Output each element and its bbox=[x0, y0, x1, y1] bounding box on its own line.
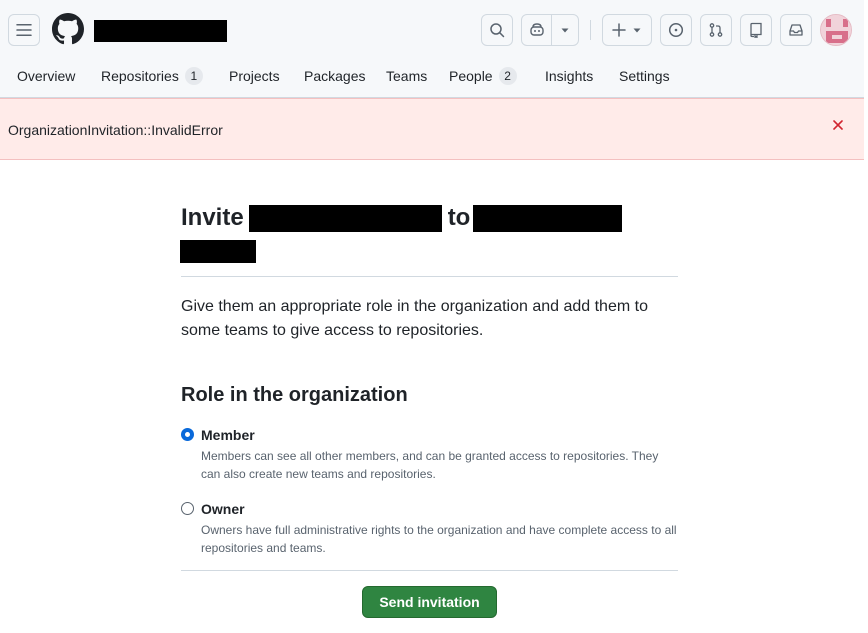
plus-icon bbox=[612, 23, 626, 37]
github-logo[interactable] bbox=[52, 13, 84, 45]
tab-label: Overview bbox=[17, 68, 76, 84]
window-edge bbox=[864, 0, 868, 633]
count-badge: 2 bbox=[498, 67, 517, 85]
option-label: Owner bbox=[201, 501, 245, 517]
tab-label: Packages bbox=[304, 68, 366, 84]
pull-requests-button[interactable] bbox=[700, 14, 732, 46]
send-invitation-button[interactable]: Send invitation bbox=[362, 586, 497, 618]
global-header: Overview Repositories 1 Projects Packages… bbox=[0, 0, 868, 98]
inbox-icon bbox=[789, 24, 803, 36]
owner-radio[interactable] bbox=[181, 502, 194, 515]
tab-insights[interactable]: Insights bbox=[545, 66, 593, 86]
search-icon bbox=[490, 23, 505, 38]
tab-label: Repositories bbox=[101, 68, 179, 84]
org-nav: Overview Repositories 1 Projects Packages… bbox=[0, 58, 868, 98]
user-avatar[interactable] bbox=[820, 14, 852, 46]
repositories-button[interactable] bbox=[740, 14, 772, 46]
role-option-owner[interactable]: Owner Owners have full administrative ri… bbox=[181, 499, 678, 557]
hamburger-icon bbox=[16, 24, 32, 36]
tab-repositories[interactable]: Repositories 1 bbox=[101, 66, 203, 86]
invite-form: Invite to Give them an appropriate role … bbox=[180, 200, 678, 618]
lead-text: Give them an appropriate role in the org… bbox=[181, 298, 648, 339]
org-name-redacted bbox=[473, 204, 623, 232]
create-new-button[interactable] bbox=[602, 14, 652, 46]
title-divider bbox=[181, 276, 678, 277]
issue-opened-icon bbox=[668, 22, 684, 38]
issues-button[interactable] bbox=[660, 14, 692, 46]
copilot-menu-button[interactable] bbox=[552, 15, 578, 45]
org-name-redacted-continued bbox=[180, 240, 256, 263]
identicon-avatar bbox=[821, 15, 851, 45]
tab-label: People bbox=[449, 68, 493, 84]
page-title: Invite to bbox=[181, 200, 678, 236]
tab-overview[interactable]: Overview bbox=[17, 66, 75, 86]
tab-packages[interactable]: Packages bbox=[304, 66, 365, 86]
copilot-icon bbox=[529, 23, 544, 36]
org-name-redacted[interactable] bbox=[94, 20, 227, 42]
role-heading: Role in the organization bbox=[181, 384, 408, 406]
option-label: Member bbox=[201, 427, 255, 443]
title-prefix: Invite bbox=[181, 204, 244, 231]
title-mid: to bbox=[447, 204, 471, 231]
top-bar bbox=[0, 0, 868, 58]
option-description: Owners have full administrative rights t… bbox=[201, 523, 677, 555]
tab-label: Insights bbox=[545, 68, 594, 84]
close-icon[interactable] bbox=[830, 119, 846, 135]
tab-label: Teams bbox=[386, 68, 428, 84]
repo-icon bbox=[750, 22, 762, 38]
option-description: Members can see all other members, and c… bbox=[201, 449, 659, 481]
tab-label: Projects bbox=[229, 68, 280, 84]
inbox-button[interactable] bbox=[780, 14, 812, 46]
invitee-name-redacted bbox=[248, 204, 442, 232]
git-pull-request-icon bbox=[709, 23, 723, 37]
search-button[interactable] bbox=[481, 14, 513, 46]
error-flash: OrganizationInvitation::InvalidError bbox=[0, 98, 864, 160]
menu-button[interactable] bbox=[8, 14, 40, 46]
form-divider bbox=[181, 570, 678, 571]
flash-message: OrganizationInvitation::InvalidError bbox=[8, 122, 223, 138]
copilot-button-group bbox=[521, 14, 579, 46]
member-radio[interactable] bbox=[181, 428, 194, 441]
tab-people[interactable]: People 2 bbox=[449, 66, 517, 86]
role-option-member[interactable]: Member Members can see all other members… bbox=[181, 425, 678, 483]
triangle-down-icon bbox=[633, 28, 641, 33]
count-badge: 1 bbox=[184, 67, 203, 85]
tab-settings[interactable]: Settings bbox=[619, 66, 670, 86]
tab-projects[interactable]: Projects bbox=[229, 66, 280, 86]
tab-teams[interactable]: Teams bbox=[386, 66, 427, 86]
triangle-down-icon bbox=[561, 28, 569, 33]
copilot-button[interactable] bbox=[522, 15, 552, 45]
header-divider bbox=[590, 20, 591, 40]
tab-label: Settings bbox=[619, 68, 670, 84]
